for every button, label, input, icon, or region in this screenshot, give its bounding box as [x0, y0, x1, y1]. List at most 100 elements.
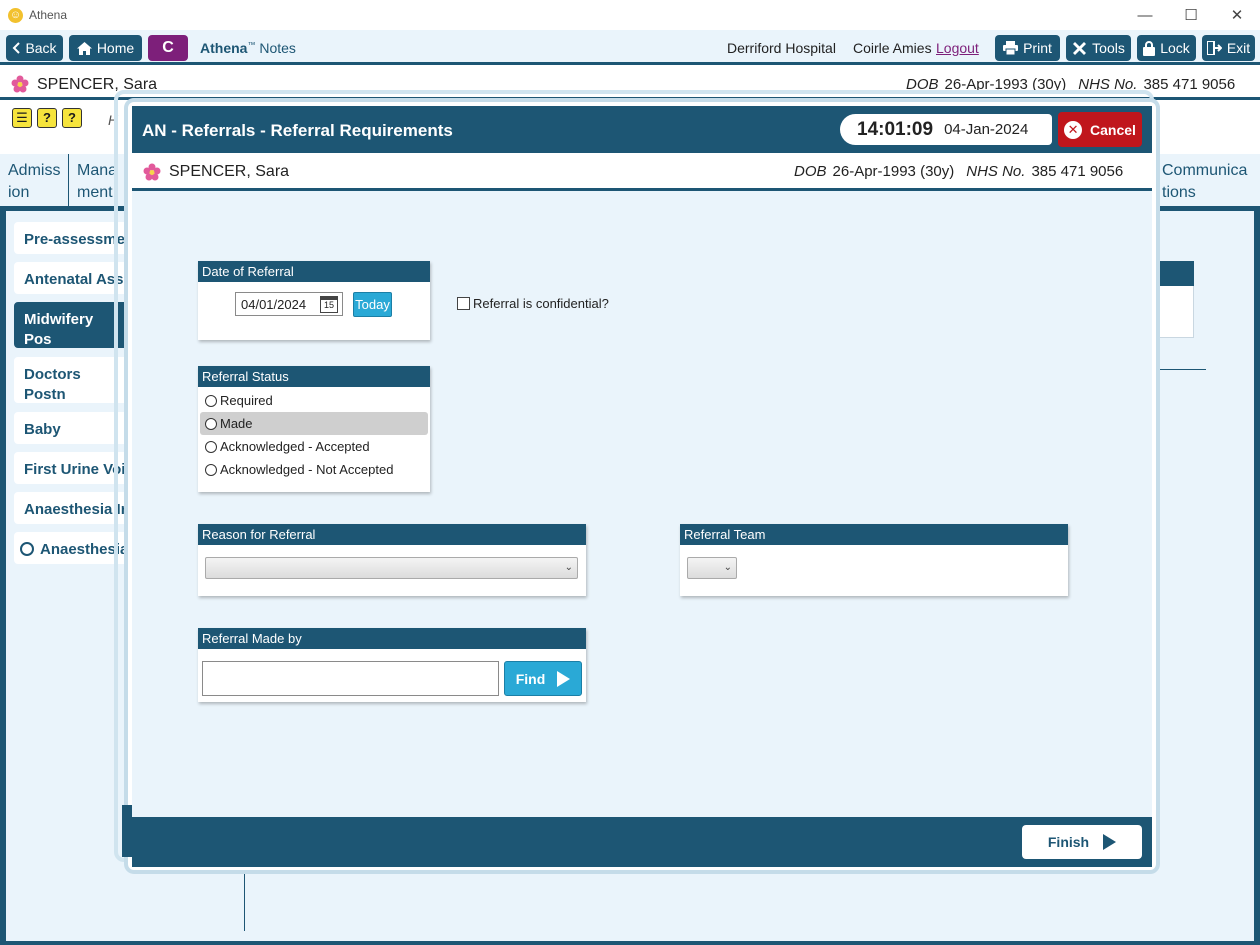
team-group: Referral Team ⌄ [680, 524, 1068, 596]
help-icon[interactable]: ? [37, 108, 57, 128]
brand-suffix: Notes [259, 40, 296, 56]
window-title: Athena [29, 8, 68, 22]
back-label: Back [25, 40, 57, 56]
nhs-value: 385 471 9056 [1143, 76, 1236, 93]
group-heading: Date of Referral [198, 261, 430, 282]
logout-link[interactable]: Logout [936, 40, 979, 56]
cancel-button[interactable]: ✕ Cancel [1058, 112, 1142, 147]
hospital-name: Derriford Hospital [727, 40, 836, 56]
nav-item-pre-assessment[interactable]: Pre-assessmer [14, 222, 129, 254]
radio-icon [205, 440, 217, 453]
nhs-label: NHS No. [966, 163, 1026, 180]
date-of-referral-group: Date of Referral 04/01/2024 15 Today [198, 261, 430, 340]
group-heading: Referral Status [198, 366, 430, 387]
status-option-made[interactable]: Made [200, 412, 428, 435]
nhs-value: 385 471 9056 [1031, 163, 1124, 180]
lock-icon [1143, 40, 1156, 56]
lock-button[interactable]: Lock [1137, 35, 1196, 61]
group-heading: Reason for Referral [198, 524, 586, 545]
dob-value: 26-Apr-1993 (30y) [832, 163, 955, 180]
print-button[interactable]: Print [995, 35, 1060, 61]
home-button[interactable]: Home [69, 35, 142, 61]
chevron-left-icon [13, 42, 21, 54]
dialog-title: AN - Referrals - Referral Requirements [142, 121, 453, 140]
back-button[interactable]: Back [6, 35, 63, 61]
option-label: Acknowledged - Not Accepted [220, 462, 394, 477]
dialog-frame-strip [122, 805, 132, 857]
divider [244, 865, 245, 931]
tab-communications[interactable]: Communica tions [1153, 154, 1253, 206]
option-label: Acknowledged - Accepted [220, 439, 370, 454]
nav-item-midwifery[interactable]: Midwifery Pos Assessments [14, 302, 129, 348]
patient-name: SPENCER, Sara [169, 163, 290, 180]
finish-label: Finish [1047, 834, 1090, 850]
radio-icon [205, 463, 217, 476]
alert-icons: ☰ ? ? [12, 108, 82, 128]
option-label: Required [220, 393, 273, 408]
made-by-input[interactable] [202, 661, 499, 696]
cancel-label: Cancel [1090, 121, 1136, 138]
brand-tm: ™ [247, 40, 256, 50]
find-button[interactable]: Find [504, 661, 582, 696]
confidential-checkbox-row[interactable]: Referral is confidential? [457, 296, 609, 311]
nav-item-anaesthesia-ir[interactable]: Anaesthesia Ir [14, 492, 129, 524]
nav-item-anaesthesia[interactable]: Anaesthesia [14, 532, 129, 564]
c-button[interactable]: C [148, 35, 188, 61]
tab-admission[interactable]: Admiss ion [0, 154, 69, 206]
app-brand: Athena™ Notes [200, 40, 296, 56]
flower-icon [11, 75, 29, 93]
minimize-icon[interactable]: — [1122, 0, 1168, 30]
list-help-icon[interactable]: ☰ [12, 108, 32, 128]
patient-info: DOB 26-Apr-1993 (30y) NHS No. 385 471 9056 [794, 163, 1123, 180]
confidential-checkbox[interactable] [457, 297, 470, 310]
close-window-icon[interactable]: ✕ [1214, 0, 1260, 30]
tools-button[interactable]: Tools [1066, 35, 1131, 61]
made-by-group: Referral Made by Find [198, 628, 586, 702]
user-name: Coirle Amies [853, 40, 932, 56]
close-icon: ✕ [1064, 120, 1083, 139]
home-label: Home [96, 40, 135, 56]
window-titlebar: ☺ Athena — ☐ ✕ [0, 0, 1260, 30]
status-option-not-accepted[interactable]: Acknowledged - Not Accepted [200, 458, 428, 481]
dialog-footer: Finish [132, 817, 1152, 867]
current-time: 14:01:09 [857, 118, 934, 140]
finish-button[interactable]: Finish [1022, 825, 1142, 859]
chevron-down-icon: ⌄ [723, 562, 732, 573]
dob-label: DOB [794, 163, 827, 180]
datetime-display: 14:01:09 04-Jan-2024 [840, 114, 1052, 145]
referral-date-input[interactable]: 04/01/2024 15 [235, 292, 343, 316]
confidential-label: Referral is confidential? [473, 296, 609, 311]
exit-icon [1206, 41, 1222, 55]
find-label: Find [515, 670, 546, 687]
group-heading: Referral Made by [198, 628, 586, 649]
nav-item-first-urine[interactable]: First Urine Voi [14, 452, 129, 484]
nav-item-baby[interactable]: Baby [14, 412, 129, 444]
radio-icon [20, 542, 34, 556]
radio-icon [205, 417, 217, 430]
background-panel-header [1156, 261, 1194, 286]
athena-logo-icon: ☺ [8, 7, 23, 23]
flower-icon [143, 163, 161, 181]
home-icon [76, 41, 92, 55]
lock-label: Lock [1160, 40, 1190, 56]
play-arrow-icon [1103, 834, 1117, 850]
team-select[interactable]: ⌄ [687, 557, 737, 579]
nav-item-antenatal[interactable]: Antenatal Ass [14, 262, 129, 294]
maximize-icon[interactable]: ☐ [1168, 0, 1214, 30]
today-button[interactable]: Today [353, 292, 392, 317]
calendar-icon[interactable]: 15 [320, 296, 338, 313]
printer-icon [1003, 41, 1019, 55]
status-option-accepted[interactable]: Acknowledged - Accepted [200, 435, 428, 458]
tools-icon [1073, 41, 1087, 55]
exit-button[interactable]: Exit [1202, 35, 1255, 61]
dialog-header: AN - Referrals - Referral Requirements 1… [132, 106, 1152, 153]
nav-item-doctors[interactable]: Doctors Postn Assessments [14, 357, 129, 403]
background-panel [1156, 286, 1194, 338]
exit-label: Exit [1226, 40, 1251, 56]
reason-group: Reason for Referral ⌄ [198, 524, 586, 596]
help-icon[interactable]: ? [62, 108, 82, 128]
current-date: 04-Jan-2024 [944, 121, 1029, 138]
brand-name: Athena [200, 40, 248, 56]
reason-select[interactable]: ⌄ [205, 557, 578, 579]
status-option-required[interactable]: Required [200, 389, 428, 412]
